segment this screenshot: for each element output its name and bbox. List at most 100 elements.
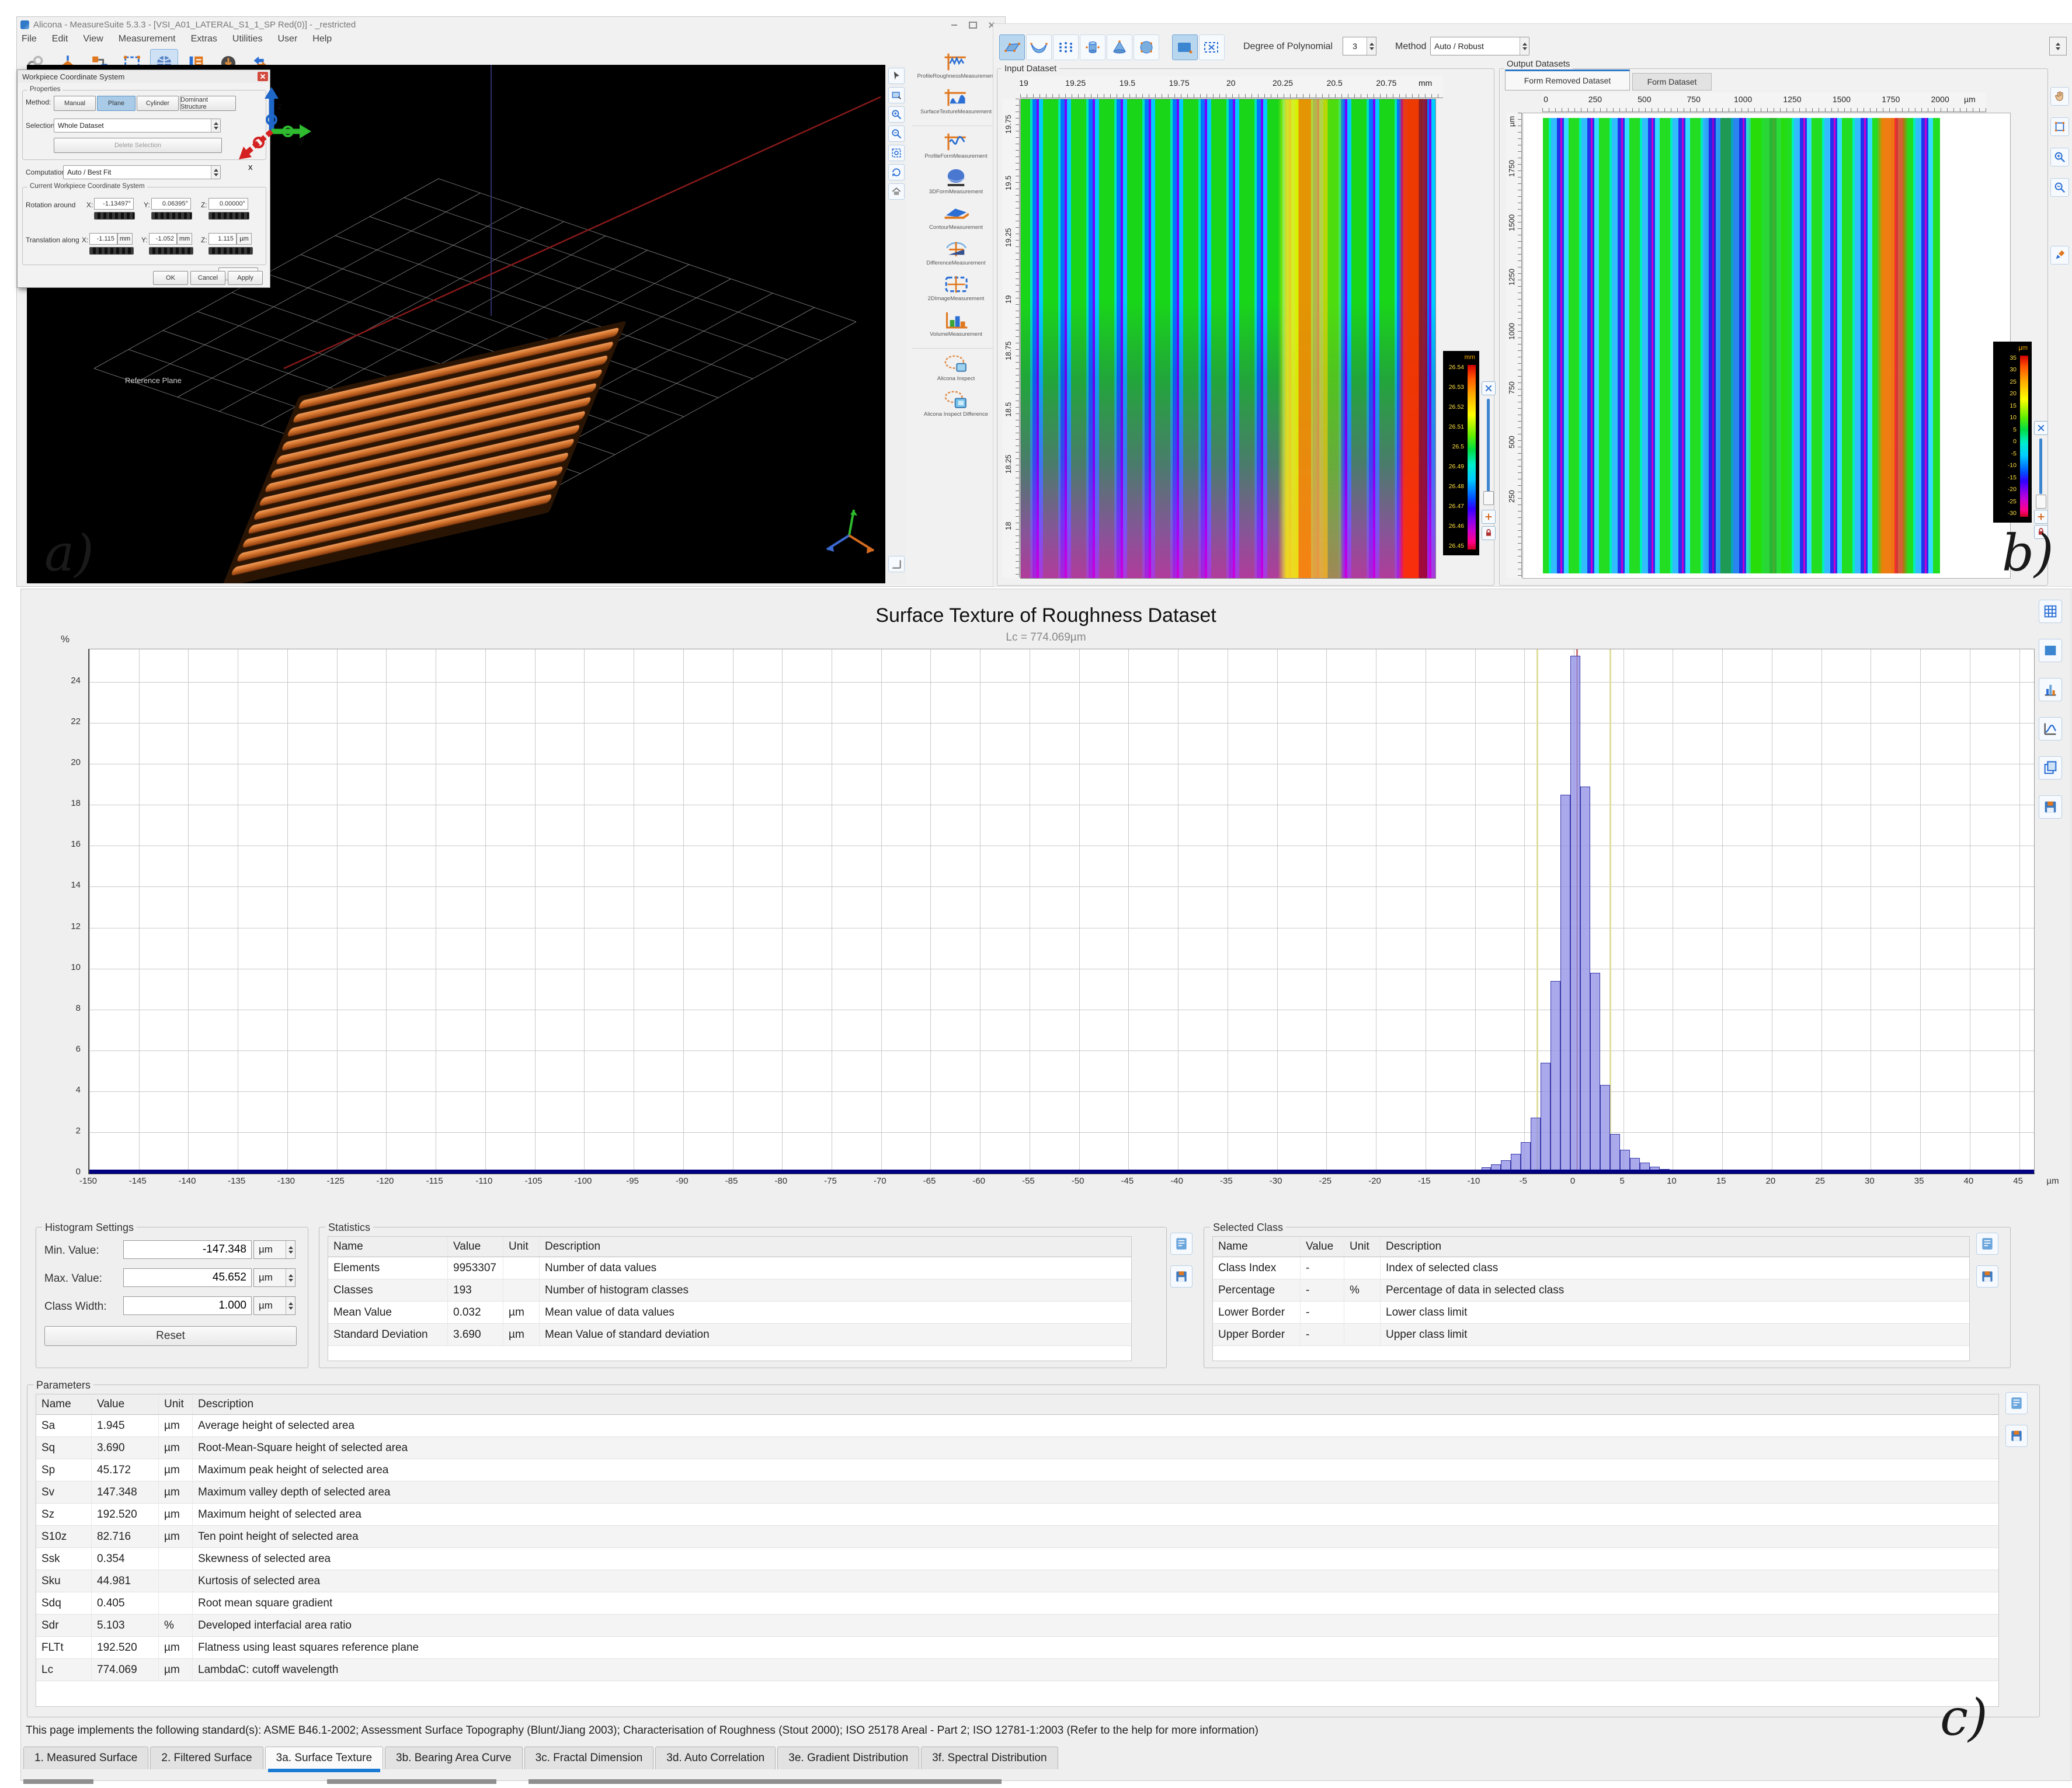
cancel-button[interactable]: Cancel <box>190 271 225 285</box>
menu-help[interactable]: Help <box>312 34 332 44</box>
min-unit-combo[interactable]: µm <box>253 1240 295 1259</box>
method-dominant-structure-button[interactable]: Dominant Structure <box>180 96 236 111</box>
zoomout-icon[interactable] <box>2050 178 2069 197</box>
output-tab-2[interactable]: Form Dataset <box>1632 73 1712 91</box>
bottom-tab-3[interactable]: 3a. Surface Texture <box>265 1747 383 1769</box>
spinner-stepper-icon[interactable] <box>2050 37 2066 55</box>
rotation-z-field[interactable]: 0.00000° <box>208 198 248 210</box>
cylinder-form-icon[interactable] <box>1080 34 1105 60</box>
menu-file[interactable]: File <box>22 34 37 44</box>
save-icon[interactable] <box>2039 795 2062 819</box>
combo-stepper-icon[interactable] <box>286 1269 295 1286</box>
table-row[interactable]: Sdr5.103%Developed interfacial area rati… <box>36 1615 1998 1637</box>
measurement-tool-7[interactable]: 2DImageMeasurement <box>909 274 1003 302</box>
input-dataset-heightmap[interactable] <box>1020 99 1436 579</box>
output-tab-1[interactable]: Form Removed Dataset <box>1505 69 1630 91</box>
bottom-tab-8[interactable]: 3f. Spectral Distribution <box>921 1747 1058 1769</box>
save-icon[interactable] <box>1976 1265 1998 1288</box>
saddle-form-icon[interactable] <box>1026 34 1052 60</box>
histogram-bar[interactable] <box>1610 1134 1620 1173</box>
bottom-tab-5[interactable]: 3c. Fractal Dimension <box>524 1747 654 1769</box>
table-row[interactable]: Upper Border-Upper class limit <box>1213 1324 1969 1346</box>
histogram-bar[interactable] <box>1570 656 1580 1173</box>
table-row[interactable]: Sku44.981Kurtosis of selected area <box>36 1570 1998 1592</box>
curve-icon[interactable] <box>2039 717 2062 740</box>
select-box-icon[interactable] <box>888 87 905 103</box>
translation-y-unit[interactable]: mm <box>177 233 192 245</box>
menu-utilities[interactable]: Utilities <box>232 34 263 44</box>
pen-icon[interactable] <box>2050 246 2069 265</box>
zoomin-icon[interactable] <box>2050 148 2069 166</box>
table-row[interactable]: Mean Value0.032µmMean value of data valu… <box>328 1302 1131 1324</box>
combo-stepper-icon[interactable] <box>286 1297 295 1314</box>
minimize-icon[interactable] <box>947 20 962 30</box>
histogram-bar[interactable] <box>1550 981 1560 1173</box>
cone-form-icon[interactable] <box>1107 34 1132 60</box>
measurement-tool-8[interactable]: VolumeMeasurement <box>909 310 1003 338</box>
histogram-icon[interactable] <box>2039 678 2062 701</box>
rotation-y-slider[interactable] <box>151 212 192 220</box>
table-row[interactable]: Sp45.172µmMaximum peak height of selecte… <box>36 1459 1998 1481</box>
colorbar-range-icon[interactable] <box>2034 421 2048 435</box>
table-row[interactable]: FLTt192.520µmFlatness using least square… <box>36 1637 1998 1659</box>
translation-y-slider[interactable] <box>149 247 193 255</box>
zoom-out-icon[interactable] <box>888 126 905 142</box>
rotation-z-slider[interactable] <box>208 212 249 220</box>
table-row[interactable]: Sz192.520µmMaximum height of selected ar… <box>36 1504 1998 1526</box>
colorbar-reset-icon[interactable] <box>1482 510 1496 524</box>
rotation-x-field[interactable]: -1.13497° <box>94 198 134 210</box>
measurement-tool-1[interactable]: ProfileRoughnessMeasurement <box>909 52 1003 79</box>
class-unit-combo[interactable]: µm <box>253 1296 295 1315</box>
save-icon[interactable] <box>2005 1425 2028 1447</box>
rotate-icon[interactable] <box>888 164 905 180</box>
class-width-input[interactable] <box>123 1296 252 1315</box>
method-plane-button[interactable]: Plane <box>97 96 135 111</box>
method-cylinder-button[interactable]: Cylinder <box>137 96 179 111</box>
table-row[interactable]: S10z82.716µmTen point height of selected… <box>36 1526 1998 1548</box>
rotation-x-slider[interactable] <box>94 212 135 220</box>
table-row[interactable]: Ssk0.354Skewness of selected area <box>36 1548 1998 1570</box>
free-select-icon[interactable] <box>1199 34 1225 60</box>
measurement-tool-6[interactable]: DifferenceMeasurement <box>909 239 1003 266</box>
method-combo[interactable]: Auto / Robust <box>1430 37 1529 55</box>
translation-z-field[interactable]: 1.115 <box>208 233 237 245</box>
min-value-input[interactable] <box>123 1240 252 1259</box>
menu-user[interactable]: User <box>277 34 297 44</box>
histogram-plot[interactable] <box>88 649 2035 1174</box>
calculator-icon[interactable] <box>1170 1233 1193 1255</box>
degree-spinner[interactable]: 3 <box>1343 37 1376 55</box>
histogram-bar[interactable] <box>1521 1142 1531 1173</box>
table-row[interactable]: Sa1.945µmAverage height of selected area <box>36 1415 1998 1437</box>
grid-form-icon[interactable] <box>1053 34 1079 60</box>
histogram-bar[interactable] <box>1541 1063 1550 1173</box>
region-icon[interactable] <box>2039 639 2062 662</box>
fit-icon[interactable] <box>2050 117 2069 136</box>
bottom-tab-4[interactable]: 3b. Bearing Area Curve <box>385 1747 523 1769</box>
colorbar-lock-icon[interactable] <box>1482 526 1496 540</box>
measurement-tool-10[interactable]: Alicona Inspect Difference <box>909 390 1003 418</box>
translation-x-field[interactable]: -1.115 <box>89 233 117 245</box>
save-icon[interactable] <box>1170 1265 1193 1288</box>
table-row[interactable]: Class Index-Index of selected class <box>1213 1257 1969 1279</box>
plane-form-icon[interactable] <box>999 34 1025 60</box>
histogram-bar[interactable] <box>1580 787 1590 1173</box>
zoom-fit-icon[interactable] <box>888 145 905 161</box>
table-row[interactable]: Standard Deviation3.690µmMean Value of s… <box>328 1324 1131 1346</box>
sphere-form-icon[interactable] <box>1134 34 1159 60</box>
histogram-bar[interactable] <box>1590 973 1600 1173</box>
menu-view[interactable]: View <box>83 34 103 44</box>
measurement-tool-9[interactable]: Alicona Inspect <box>909 354 1003 382</box>
table-row[interactable]: Lc774.069µmLambdaC: cutoff wavelength <box>36 1659 1998 1681</box>
translation-y-field[interactable]: -1.052 <box>149 233 177 245</box>
table-row[interactable]: Lower Border-Lower class limit <box>1213 1302 1969 1324</box>
colorbar-reset-icon[interactable] <box>2034 510 2048 524</box>
close-icon[interactable] <box>258 72 268 81</box>
max-unit-combo[interactable]: µm <box>253 1268 295 1287</box>
method-manual-button[interactable]: Manual <box>54 96 96 111</box>
delete-selection-button[interactable]: Delete Selection <box>54 138 222 153</box>
colorbar-range-icon[interactable] <box>1482 381 1496 395</box>
histogram-bar[interactable] <box>1600 1085 1610 1173</box>
rotation-y-field[interactable]: 0.06395° <box>151 198 191 210</box>
measurement-tool-3[interactable]: ProfileFormMeasurement <box>909 132 1003 159</box>
combo-stepper-icon[interactable] <box>286 1241 295 1258</box>
